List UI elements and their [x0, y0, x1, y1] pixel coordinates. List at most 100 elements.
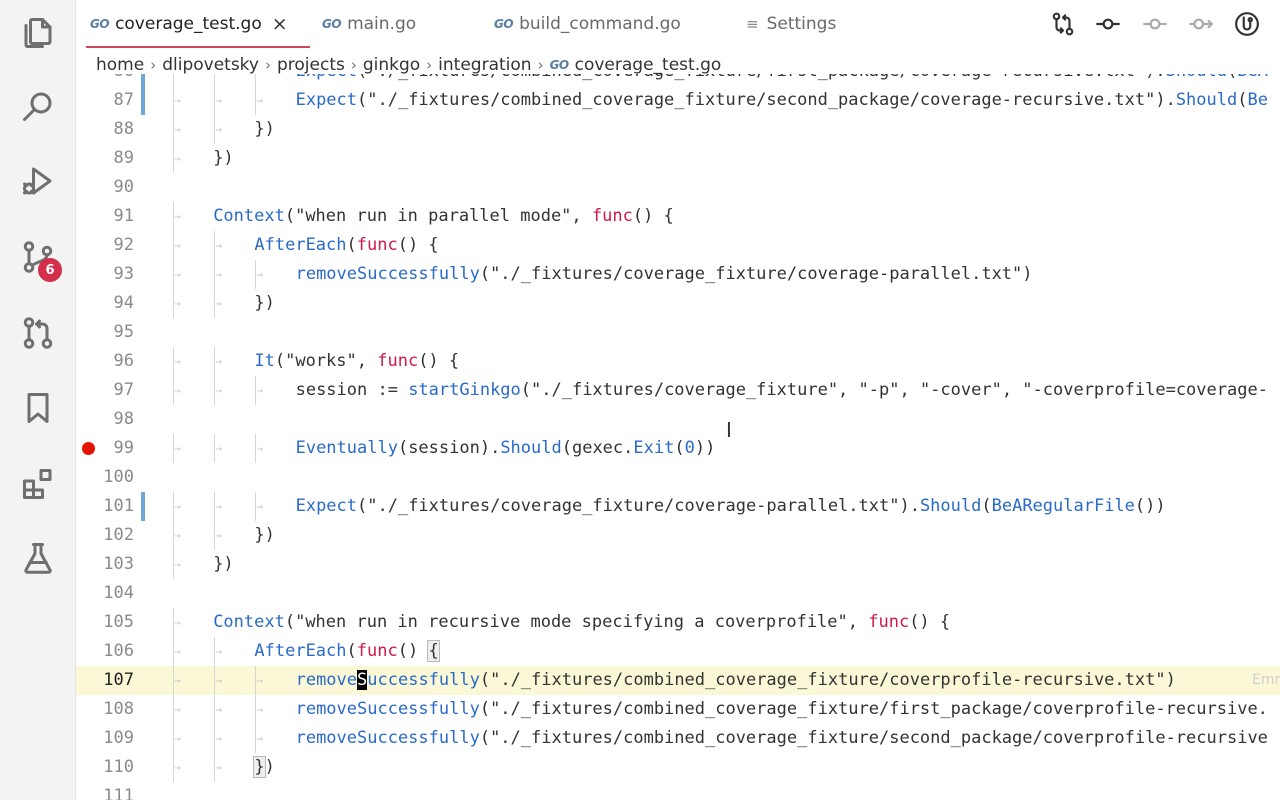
code-line[interactable]: 108 → → → removeSuccessfully("./_fixtures/co… — [76, 695, 1280, 724]
breadcrumb-dlipovetsky[interactable]: dlipovetsky — [162, 55, 259, 75]
code-line[interactable]: 111 — [76, 782, 1280, 800]
code-text[interactable]: AfterEach(func() { — [254, 637, 440, 666]
breadcrumb-ginkgo[interactable]: ginkgo — [363, 55, 420, 75]
line-number[interactable]: 106 — [76, 637, 134, 666]
line-number[interactable]: 104 — [76, 579, 134, 608]
code-text[interactable]: }) — [254, 289, 274, 318]
line-number[interactable]: 96 — [76, 347, 134, 376]
modified-line-marker[interactable] — [141, 74, 145, 86]
code-line[interactable]: 105 → Context("when run in recursive mode … — [76, 608, 1280, 637]
code-text[interactable]: Expect("./_fixtures/combined_coverage_fi… — [296, 74, 1268, 86]
line-number[interactable]: 109 — [76, 724, 134, 753]
line-number[interactable]: 98 — [76, 405, 134, 434]
code-line[interactable]: 98 — [76, 405, 1280, 434]
code-text[interactable]: It("works", func() { — [254, 347, 459, 376]
git-previous-icon[interactable] — [1142, 11, 1168, 37]
modified-line-marker[interactable] — [141, 86, 145, 115]
line-number[interactable]: 93 — [76, 260, 134, 289]
line-number[interactable]: 110 — [76, 753, 134, 782]
code-line[interactable]: 96 → → It("works", func() { — [76, 347, 1280, 376]
breadcrumb-home[interactable]: home — [96, 55, 144, 75]
code-line[interactable]: 91 → Context("when run in parallel mode", … — [76, 202, 1280, 231]
whitespace-marker: → — [174, 500, 181, 513]
tab-build-command[interactable]: GO build_command.go — [494, 0, 681, 48]
modified-line-marker[interactable] — [141, 492, 145, 521]
search-icon[interactable] — [19, 87, 57, 125]
line-number[interactable]: 107 — [76, 666, 134, 695]
line-number[interactable]: 100 — [76, 463, 134, 492]
git-next-icon[interactable] — [1188, 11, 1214, 37]
code-editor[interactable]: 86 → → → Expect("./_fixtures/combined_covera… — [76, 74, 1280, 800]
line-number[interactable]: 111 — [76, 782, 134, 800]
tab-main[interactable]: GO main.go — [322, 0, 416, 48]
code-text[interactable]: Eventually(session).Should(gexec.Exit(0)… — [296, 434, 716, 463]
explorer-icon[interactable] — [19, 14, 57, 52]
code-line[interactable]: 93 → → → removeSuccessfully("./_fixtures/cov… — [76, 260, 1280, 289]
code-text[interactable]: removeSuccessfully("./_fixtures/combined… — [296, 666, 1176, 695]
line-number[interactable]: 95 — [76, 318, 134, 347]
code-text[interactable]: Expect("./_fixtures/combined_coverage_fi… — [296, 86, 1268, 115]
code-line[interactable]: 95 — [76, 318, 1280, 347]
code-line[interactable]: 110 → →}) — [76, 753, 1280, 782]
line-number[interactable]: 103 — [76, 550, 134, 579]
tab-settings[interactable]: ≡ Settings — [746, 0, 836, 48]
code-text[interactable]: session := startGinkgo("./_fixtures/cove… — [296, 376, 1268, 405]
code-line[interactable]: 97 → → → session := startGinkgo("./_fixtures… — [76, 376, 1280, 405]
breadcrumb-integration[interactable]: integration — [438, 55, 531, 75]
code-line[interactable]: 101 → → → Expect("./_fixtures/coverage_fixtu… — [76, 492, 1280, 521]
line-number[interactable]: 108 — [76, 695, 134, 724]
line-number[interactable]: 105 — [76, 608, 134, 637]
code-text[interactable]: }) — [254, 115, 274, 144]
code-line[interactable]: 99 → → → Eventually(session).Should(gexec.Ex… — [76, 434, 1280, 463]
code-line[interactable]: 107 → → → removeSuccessfully("./_fixtures/co… — [76, 666, 1280, 695]
code-line[interactable]: 104 — [76, 579, 1280, 608]
code-line[interactable]: 89 →}) — [76, 144, 1280, 173]
line-number[interactable]: 97 — [76, 376, 134, 405]
code-line[interactable]: 92 → → AfterEach(func() { — [76, 231, 1280, 260]
code-text[interactable]: AfterEach(func() { — [254, 231, 438, 260]
testing-icon[interactable] — [19, 539, 57, 577]
code-line[interactable]: 88 → →}) — [76, 115, 1280, 144]
extensions-icon[interactable] — [19, 465, 57, 503]
code-line[interactable]: 87 → → → Expect("./_fixtures/combined_covera… — [76, 86, 1280, 115]
line-number[interactable]: 87 — [76, 86, 134, 115]
breadcrumb-projects[interactable]: projects — [277, 55, 345, 75]
breadcrumb-file[interactable]: coverage_test.go — [575, 55, 722, 75]
breakpoint-icon[interactable] — [82, 442, 95, 455]
code-text[interactable]: }) — [253, 753, 275, 782]
code-line[interactable]: 86 → → → Expect("./_fixtures/combined_covera… — [76, 74, 1280, 86]
line-number[interactable]: 91 — [76, 202, 134, 231]
code-text[interactable]: removeSuccessfully("./_fixtures/combined… — [296, 724, 1268, 753]
line-number[interactable]: 92 — [76, 231, 134, 260]
line-number[interactable]: 101 — [76, 492, 134, 521]
line-number[interactable]: 89 — [76, 144, 134, 173]
code-line[interactable]: 106 → → AfterEach(func() { — [76, 637, 1280, 666]
line-number[interactable]: 86 — [76, 74, 134, 86]
bookmark-icon[interactable] — [19, 389, 57, 427]
code-line[interactable]: 103 →}) — [76, 550, 1280, 579]
code-line[interactable]: 102 → →}) — [76, 521, 1280, 550]
run-debug-icon[interactable] — [19, 162, 57, 200]
code-text[interactable]: }) — [213, 144, 233, 173]
code-text[interactable]: removeSuccessfully("./_fixtures/coverage… — [296, 260, 1033, 289]
pull-request-icon[interactable] — [19, 314, 57, 352]
code-text[interactable]: Expect("./_fixtures/coverage_fixture/cov… — [296, 492, 1166, 521]
code-text[interactable]: removeSuccessfully("./_fixtures/combined… — [296, 695, 1268, 724]
gitlens-icon[interactable] — [1234, 11, 1260, 37]
line-number[interactable]: 102 — [76, 521, 134, 550]
compare-changes-icon[interactable] — [1050, 11, 1076, 37]
line-number[interactable]: 88 — [76, 115, 134, 144]
git-commit-icon[interactable] — [1095, 11, 1121, 37]
code-line[interactable]: 109 → → → removeSuccessfully("./_fixtures/co… — [76, 724, 1280, 753]
code-text[interactable]: }) — [254, 521, 274, 550]
code-line[interactable]: 90 — [76, 173, 1280, 202]
code-line[interactable]: 94 → →}) — [76, 289, 1280, 318]
tab-coverage-test[interactable]: GO coverage_test.go × — [86, 0, 310, 48]
line-number[interactable]: 90 — [76, 173, 134, 202]
code-text[interactable]: Context("when run in recursive mode spec… — [213, 608, 950, 637]
code-text[interactable]: Context("when run in parallel mode", fun… — [213, 202, 674, 231]
line-number[interactable]: 94 — [76, 289, 134, 318]
code-text[interactable]: }) — [213, 550, 233, 579]
code-line[interactable]: 100 — [76, 463, 1280, 492]
close-icon[interactable]: × — [272, 14, 288, 34]
